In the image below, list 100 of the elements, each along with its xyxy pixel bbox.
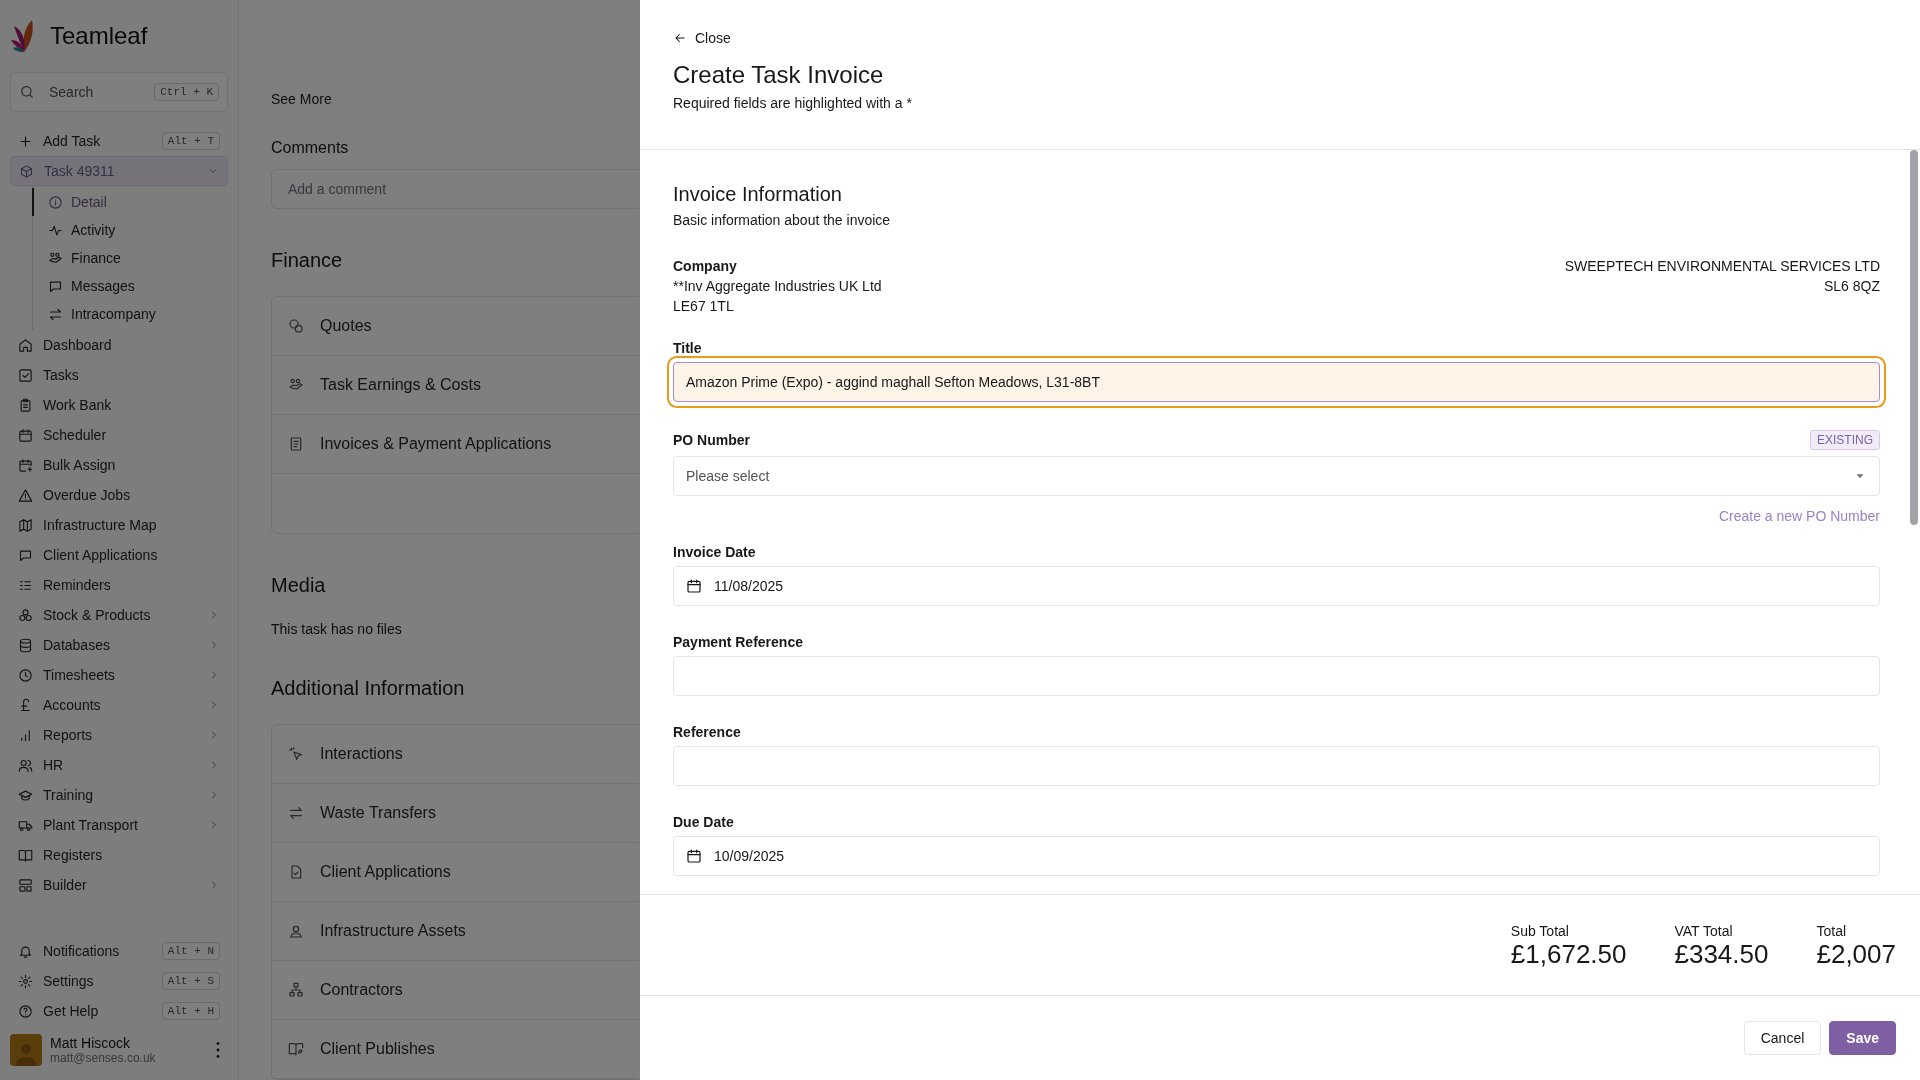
sidebar-item[interactable]: Infrastructure Map	[10, 510, 228, 540]
total-label: Total	[1816, 923, 1848, 939]
sidebar-item[interactable]: Bulk Assign	[10, 450, 228, 480]
plus-icon	[18, 133, 33, 149]
sidebar-subitem[interactable]: Messages	[32, 272, 228, 300]
chat-icon	[18, 547, 33, 563]
scrollbar-thumb[interactable]	[1910, 150, 1918, 525]
section-heading: Finance	[271, 249, 344, 272]
brand-name: Teamleaf	[50, 22, 148, 50]
sidebar-item[interactable]: Databases	[10, 630, 228, 660]
sidebar-item[interactable]: Settings Alt + S	[10, 966, 228, 996]
shortcut-hint: Alt + S	[161, 972, 220, 990]
coins-icon	[288, 318, 304, 334]
user-name: Matt Hiscock	[50, 1035, 132, 1051]
search-field[interactable]: Search Ctrl + K	[10, 72, 228, 112]
section-heading: Media	[271, 574, 327, 597]
shortcut-hint: Alt + N	[161, 942, 220, 960]
shortcut-hint: Ctrl + K	[154, 83, 219, 101]
sidebar-item[interactable]: HR	[10, 750, 228, 780]
cursor-click-icon	[288, 746, 304, 762]
status-badge: EXISTING	[1810, 430, 1880, 450]
field-label: Title	[673, 340, 702, 356]
sidebar-item[interactable]: Scheduler	[10, 420, 228, 450]
settings-icon	[18, 973, 33, 989]
supplier-address-line: SL6 8QZ	[1822, 277, 1880, 296]
total-value: £1,672.50	[1510, 939, 1627, 970]
book-icon	[18, 847, 33, 863]
document-icon	[288, 436, 304, 452]
field-label: Reference	[673, 724, 741, 740]
sidebar-item[interactable]: Plant Transport	[10, 810, 228, 840]
map-icon	[18, 517, 33, 533]
sidebar-subitem[interactable]: Intracompany	[32, 300, 228, 328]
close-button[interactable]: Close	[673, 30, 731, 46]
section-heading: Additional Information	[271, 677, 466, 700]
calendar-plus-icon	[18, 457, 33, 473]
sidebar-item[interactable]: Reminders	[10, 570, 228, 600]
bar-chart-icon	[18, 727, 33, 743]
layout-icon	[18, 877, 33, 893]
input-field[interactable]	[673, 746, 1880, 786]
sidebar-item[interactable]: Get Help Alt + H	[10, 996, 228, 1026]
pound-icon	[18, 697, 33, 713]
boxes-icon	[18, 607, 33, 623]
comment-field[interactable]: Add a comment	[271, 169, 639, 209]
save-button[interactable]: Save	[1829, 1021, 1896, 1055]
sidebar-subitem[interactable]: Detail	[32, 188, 228, 216]
sidebar-item[interactable]: Overdue Jobs	[10, 480, 228, 510]
shortcut-hint: Alt + T	[161, 132, 220, 150]
empty-message: This task has no files	[271, 621, 403, 637]
graduation-cap-icon	[18, 787, 33, 803]
sidebar-item[interactable]: Tasks	[10, 360, 228, 390]
chat-icon	[48, 278, 63, 294]
field-label: PO Number	[673, 432, 750, 448]
bell-icon	[18, 943, 33, 959]
sidebar-item[interactable]: Accounts	[10, 690, 228, 720]
coins-hand-icon	[48, 250, 63, 266]
date-field[interactable]: 10/09/2025	[673, 836, 1880, 876]
add-task-item[interactable]: Add Task Alt + T	[10, 126, 228, 156]
sidebar-item[interactable]: Builder	[10, 870, 228, 900]
total-label: Sub Total	[1510, 923, 1570, 939]
search-icon	[19, 84, 35, 100]
drawer-subtitle: Required fields are highlighted with a *	[673, 95, 913, 111]
see-more-link[interactable]: See More	[271, 91, 332, 107]
create-po-link[interactable]: Create a new PO Number	[673, 508, 1880, 524]
field-label: Payment Reference	[673, 634, 803, 650]
avatar-icon	[10, 1034, 42, 1066]
sidebar-item[interactable]: Notifications Alt + N	[10, 936, 228, 966]
clock-icon	[18, 667, 33, 683]
company-label: Company	[673, 257, 738, 276]
sidebar-subitem[interactable]: Finance	[32, 244, 228, 272]
person-pin-icon	[288, 923, 304, 939]
coins-hand-icon	[288, 377, 304, 393]
hierarchy-icon	[288, 982, 304, 998]
cancel-button[interactable]: Cancel	[1743, 1021, 1822, 1055]
clipboard-icon	[18, 397, 33, 413]
sidebar-item[interactable]: Dashboard	[10, 330, 228, 360]
backdrop-overlay[interactable]	[0, 0, 640, 1080]
sidebar-item[interactable]: Timesheets	[10, 660, 228, 690]
date-field[interactable]: 11/08/2025	[673, 566, 1880, 606]
sidebar-item[interactable]: Stock & Products	[10, 600, 228, 630]
input-field[interactable]	[673, 656, 1880, 696]
book-edit-icon	[288, 1041, 304, 1057]
calendar-icon	[18, 427, 33, 443]
section-subtitle: Basic information about the invoice	[673, 212, 892, 228]
shortcut-hint: Alt + H	[161, 1002, 220, 1020]
task-item[interactable]: Task 49311	[10, 156, 228, 186]
sidebar-item[interactable]: Work Bank	[10, 390, 228, 420]
company-address-line: **Inv Aggregate Industries UK Ltd	[673, 277, 882, 296]
more-icon[interactable]	[216, 1042, 220, 1058]
sidebar-item[interactable]: Client Applications	[10, 540, 228, 570]
sidebar-item[interactable]: Training	[10, 780, 228, 810]
sidebar-subitem[interactable]: Activity	[32, 216, 228, 244]
help-icon	[18, 1003, 33, 1019]
checkbox-icon	[18, 367, 33, 383]
swap-arrows-icon	[288, 805, 304, 821]
section-title: Invoice Information	[673, 183, 843, 206]
po-number-select[interactable]: Please select	[673, 456, 1880, 496]
sidebar-item[interactable]: Reports	[10, 720, 228, 750]
warning-icon	[18, 487, 33, 503]
database-icon	[18, 637, 33, 653]
sidebar-item[interactable]: Registers	[10, 840, 228, 870]
